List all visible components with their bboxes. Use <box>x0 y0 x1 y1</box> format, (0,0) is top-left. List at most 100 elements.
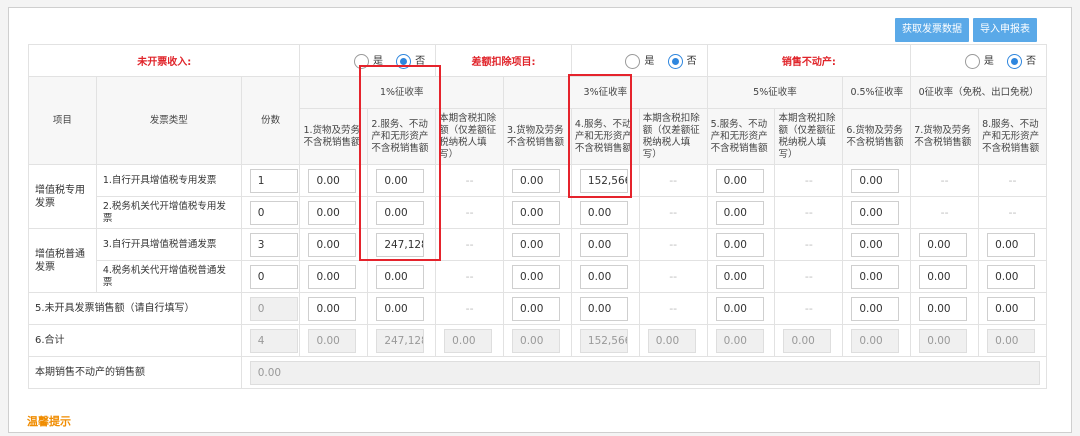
rate-05-header: 0.5%征收率 <box>842 76 912 109</box>
goods-7-cell: -- <box>910 164 980 197</box>
services-8-input[interactable]: 0.00 <box>987 296 1036 321</box>
deduct-1-cell: -- <box>435 164 505 197</box>
goods-1-input[interactable]: 0.00 <box>308 232 357 257</box>
goods-3-input[interactable]: 0.00 <box>512 168 561 193</box>
highlight-3pct-box <box>568 74 632 198</box>
goods-6-input[interactable]: 0.00 <box>851 200 900 225</box>
rate-header-row: 项目 发票类型 份数 1%征收率 3%征收率 5%征收率 0.5%征收率 0征收… <box>28 76 1047 165</box>
deduct-5-cell: -- <box>774 164 844 197</box>
services-2-input[interactable]: 0.00 <box>376 296 425 321</box>
tips-title: 温馨提示 <box>27 415 71 428</box>
uninvoiced-sales-label: 5.未开具发票销售额（请自行填写） <box>28 292 242 325</box>
copies-input[interactable]: 0 <box>249 200 298 225</box>
goods-1-input[interactable]: 0.00 <box>308 168 357 193</box>
deduct-5-cell: -- <box>774 228 844 261</box>
services-4-input[interactable]: 0.00 <box>579 232 628 257</box>
services-8-cell: -- <box>978 164 1047 197</box>
deduct-1-header: 本期含税扣除额（仅差额征税纳税人填写） <box>435 108 505 165</box>
realestate-sales-input: 0.00 <box>249 360 1040 385</box>
goods-3-input[interactable]: 0.00 <box>512 296 561 321</box>
fetch-invoice-data-button[interactable]: 获取发票数据 <box>895 18 969 42</box>
copies-header: 份数 <box>240 76 301 165</box>
services-5-input[interactable]: 0.00 <box>715 200 764 225</box>
total-goods-6: 0.00 <box>851 328 900 353</box>
total-services-8: 0.00 <box>987 328 1036 353</box>
copies-input[interactable]: 1 <box>249 168 298 193</box>
import-declaration-button[interactable]: 导入申报表 <box>973 18 1037 42</box>
deduct-5-cell: -- <box>774 196 844 229</box>
services-5-input[interactable]: 0.00 <box>715 232 764 257</box>
total-services-4: 152,566.0 <box>579 328 628 353</box>
group-special-label: 增值税专用发票 <box>28 164 97 229</box>
row-label: 4.税务机关代开增值税普通发票 <box>95 260 242 293</box>
declaration-panel: 获取发票数据 导入申报表 未开票收入: 是 否 差额扣除项目: 是 否 销售不动… <box>8 7 1072 433</box>
goods-1-input[interactable]: 0.00 <box>308 296 357 321</box>
services-5-input[interactable]: 0.00 <box>715 264 764 289</box>
deduct-5-header: 本期含税扣除额（仅差额征税纳税人填写） <box>774 108 844 165</box>
services-8-input[interactable]: 0.00 <box>987 264 1036 289</box>
copies-input[interactable]: 3 <box>249 232 298 257</box>
goods-7-cell: -- <box>910 196 980 229</box>
goods-1-header: 1.货物及劳务不含税销售额 <box>299 108 369 165</box>
item-header: 项目 <box>28 76 97 165</box>
services-5-input[interactable]: 0.00 <box>715 296 764 321</box>
total-deduct-5: 0.00 <box>783 328 832 353</box>
copies-input[interactable]: 0 <box>249 264 298 289</box>
services-8-header: 8.服务、不动产和无形资产不含税销售额 <box>978 108 1047 165</box>
services-4-input[interactable]: 0.00 <box>579 264 628 289</box>
goods-7-input[interactable]: 0.00 <box>919 264 968 289</box>
services-4-input[interactable]: 0.00 <box>579 296 628 321</box>
deduct-3-cell: -- <box>638 228 708 261</box>
goods-6-input[interactable]: 0.00 <box>851 264 900 289</box>
uninvoiced-label: 未开票收入: <box>27 44 301 77</box>
realestate-radio-group: 是 否 <box>910 44 1047 77</box>
total-goods-1: 0.00 <box>308 328 357 353</box>
total-goods-3: 0.00 <box>512 328 561 353</box>
goods-7-header: 7.货物及劳务不含税销售额 <box>910 108 980 165</box>
deduct-1-cell: -- <box>435 292 505 325</box>
deduction-no-radio[interactable] <box>667 53 683 69</box>
deduction-yes-radio[interactable] <box>625 53 641 69</box>
rate-0-header: 0征收率（免税、出口免税） <box>910 76 1047 109</box>
total-services-5: 0.00 <box>715 328 764 353</box>
services-5-input[interactable]: 0.00 <box>715 168 764 193</box>
services-5-header: 5.服务、不动产和无形资产不含税销售额 <box>706 108 776 165</box>
goods-3-input[interactable]: 0.00 <box>512 264 561 289</box>
row-label: 3.自行开具增值税普通发票 <box>95 228 242 261</box>
totals-label: 6.合计 <box>28 324 242 357</box>
row-label: 1.自行开具增值税专用发票 <box>95 164 242 197</box>
realestate-yes-radio[interactable] <box>964 53 980 69</box>
copies-input: 0 <box>249 296 298 321</box>
services-8-cell: -- <box>978 196 1047 229</box>
services-4-input[interactable]: 0.00 <box>579 200 628 225</box>
goods-3-input[interactable]: 0.00 <box>512 232 561 257</box>
total-copies: 4 <box>249 328 298 353</box>
rate-5-header: 5%征收率 <box>706 76 844 109</box>
table-row: 增值税专用发票 1.自行开具增值税专用发票 1 0.00 0.00 -- 0.0… <box>28 164 1047 229</box>
highlight-1pct-box <box>359 65 441 261</box>
deduct-3-cell: -- <box>638 260 708 293</box>
deduction-radio-group: 是 否 <box>570 44 708 77</box>
goods-6-input[interactable]: 0.00 <box>851 232 900 257</box>
goods-6-input[interactable]: 0.00 <box>851 296 900 321</box>
goods-7-input[interactable]: 0.00 <box>919 296 968 321</box>
services-8-input[interactable]: 0.00 <box>987 232 1036 257</box>
total-deduct-1: 0.00 <box>444 328 493 353</box>
realestate-label: 销售不动产: <box>706 44 912 77</box>
total-deduct-3: 0.00 <box>647 328 696 353</box>
deduct-5-cell: -- <box>774 292 844 325</box>
services-2-input[interactable]: 0.00 <box>376 264 425 289</box>
total-services-2: 247,128.7 <box>376 328 425 353</box>
radio-options-row: 未开票收入: 是 否 差额扣除项目: 是 否 销售不动产: 是 否 <box>27 44 1047 77</box>
goods-1-input[interactable]: 0.00 <box>308 264 357 289</box>
goods-1-input[interactable]: 0.00 <box>308 200 357 225</box>
goods-3-input[interactable]: 0.00 <box>512 200 561 225</box>
table-row: 增值税普通发票 3.自行开具增值税普通发票 3 0.00 247,128.7 -… <box>28 228 1047 293</box>
deduct-3-header: 本期含税扣除额（仅差额征税纳税人填写） <box>638 108 708 165</box>
sales-table: 未开票收入: 是 否 差额扣除项目: 是 否 销售不动产: 是 否 项目 发票类… <box>27 44 1048 389</box>
realestate-no-radio[interactable] <box>1007 53 1022 69</box>
goods-6-header: 6.货物及劳务不含税销售额 <box>842 108 912 165</box>
total-goods-7: 0.00 <box>919 328 968 353</box>
goods-7-input[interactable]: 0.00 <box>919 232 968 257</box>
goods-6-input[interactable]: 0.00 <box>851 168 900 193</box>
